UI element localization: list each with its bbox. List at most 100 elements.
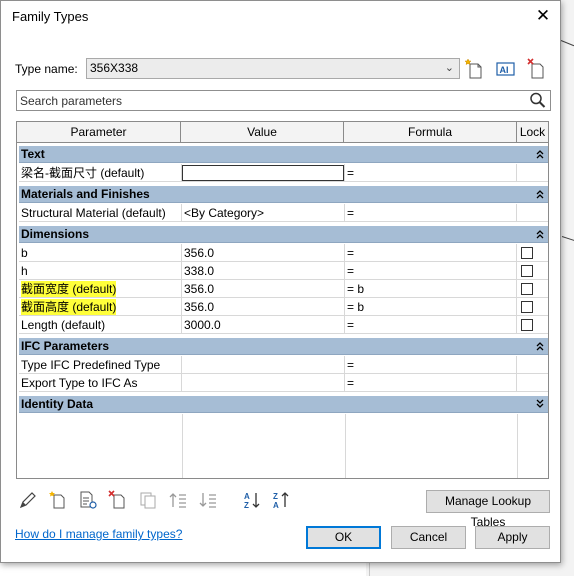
highlighted-parameter-name: 截面宽度 (default) — [21, 281, 117, 297]
type-name-value: 356X338 — [90, 61, 139, 75]
parameter-name: Structural Material (default) — [19, 204, 182, 222]
close-icon: ✕ — [535, 6, 551, 25]
group-identity-data[interactable]: Identity Data — [19, 396, 548, 413]
svg-text:AI: AI — [500, 65, 509, 75]
group-text[interactable]: Text — [19, 146, 548, 163]
manage-lookup-tables-button[interactable]: Manage Lookup Tables — [426, 490, 550, 529]
search-box — [16, 90, 551, 111]
parameter-name: Length (default) — [19, 316, 182, 334]
column-header-lock[interactable]: Lock — [517, 122, 548, 142]
grid-header: Parameter Value Formula Lock — [17, 122, 548, 143]
parameter-row[interactable]: Length (default) 3000.0 = — [19, 316, 548, 334]
parameter-row[interactable]: Structural Material (default) <By Catego… — [19, 204, 548, 222]
close-button[interactable]: ✕ — [532, 5, 554, 27]
column-header-parameter[interactable]: Parameter — [17, 122, 181, 142]
parameter-formula[interactable]: = — [345, 316, 517, 334]
sort-ascending-icon[interactable]: A Z — [242, 490, 262, 510]
parameter-value[interactable]: 356.0 — [182, 298, 345, 316]
help-link[interactable]: How do I manage family types? — [15, 527, 182, 541]
empty-grid-area — [19, 414, 548, 478]
group-label: Dimensions — [21, 227, 90, 241]
ok-button[interactable]: OK — [306, 526, 381, 549]
group-label: Materials and Finishes — [21, 187, 150, 201]
parameter-lock — [517, 204, 548, 222]
parameter-name: 梁名-截面尺寸 (default) — [19, 164, 182, 182]
parameter-formula[interactable]: = — [345, 204, 517, 222]
lock-checkbox[interactable] — [521, 319, 533, 331]
parameter-formula[interactable]: = — [345, 244, 517, 262]
parameter-row[interactable]: 截面高度 (default) 356.0 = b — [19, 298, 548, 316]
parameter-name: h — [19, 262, 182, 280]
parameter-value[interactable] — [182, 356, 345, 374]
parameter-formula[interactable]: = — [345, 262, 517, 280]
column-divider — [182, 414, 183, 478]
lock-checkbox[interactable] — [521, 283, 533, 295]
parameter-row[interactable]: Type IFC Predefined Type = — [19, 356, 548, 374]
svg-text:Z: Z — [244, 501, 249, 510]
apply-button[interactable]: Apply — [475, 526, 550, 549]
parameter-value[interactable]: 338.0 — [182, 262, 345, 280]
group-ifc-parameters[interactable]: IFC Parameters — [19, 338, 548, 355]
parameter-value[interactable]: 3000.0 — [182, 316, 345, 334]
column-header-value[interactable]: Value — [181, 122, 344, 142]
parameter-row[interactable]: h 338.0 = — [19, 262, 548, 280]
parameter-formula[interactable]: = b — [345, 280, 517, 298]
parameter-value[interactable]: 356.0 — [182, 244, 345, 262]
parameter-row[interactable]: 梁名-截面尺寸 (default) = — [19, 164, 548, 182]
parameter-value[interactable] — [182, 374, 345, 392]
search-input[interactable] — [18, 92, 526, 109]
type-name-label: Type name: — [15, 62, 78, 76]
move-up-icon[interactable] — [168, 490, 188, 510]
type-name-dropdown[interactable]: 356X338 ⌄ — [86, 58, 460, 79]
rename-type-icon[interactable]: AI — [495, 58, 517, 80]
svg-text:Z: Z — [273, 492, 278, 501]
family-types-dialog: Family Types ✕ Type name: 356X338 ⌄ AI P… — [0, 0, 561, 563]
parameter-row[interactable]: Export Type to IFC As = — [19, 374, 548, 392]
parameter-formula[interactable]: = — [345, 164, 517, 182]
title-bar: Family Types ✕ — [1, 1, 560, 31]
parameter-lock — [517, 374, 548, 392]
column-header-formula[interactable]: Formula — [344, 122, 517, 142]
chevron-up-icon — [536, 230, 544, 239]
parameter-name: 截面宽度 (default) — [19, 280, 182, 298]
group-materials-and-finishes[interactable]: Materials and Finishes — [19, 186, 548, 203]
delete-type-icon[interactable] — [526, 58, 548, 80]
modify-parameter-icon[interactable] — [78, 490, 98, 510]
chevron-down-icon — [536, 399, 544, 408]
cancel-button[interactable]: Cancel — [391, 526, 466, 549]
svg-text:A: A — [244, 492, 250, 501]
sort-descending-icon[interactable]: Z A — [271, 490, 291, 510]
parameter-formula[interactable]: = b — [345, 298, 517, 316]
svg-text:A: A — [273, 501, 279, 510]
chevron-up-icon — [536, 150, 544, 159]
parameter-formula[interactable]: = — [345, 356, 517, 374]
copy-parameter-icon[interactable] — [138, 490, 158, 510]
parameter-value[interactable]: <By Category> — [182, 204, 345, 222]
parameter-name: 截面高度 (default) — [19, 298, 182, 316]
group-label: Text — [21, 147, 45, 161]
group-label: Identity Data — [21, 397, 94, 411]
parameter-row[interactable]: b 356.0 = — [19, 244, 548, 262]
parameter-row[interactable]: 截面宽度 (default) 356.0 = b — [19, 280, 548, 298]
lock-checkbox[interactable] — [521, 247, 533, 259]
parameter-formula[interactable]: = — [345, 374, 517, 392]
new-type-icon[interactable] — [464, 58, 486, 80]
search-icon[interactable] — [528, 91, 548, 110]
edit-parameter-icon[interactable] — [18, 490, 38, 510]
chevron-up-icon — [536, 190, 544, 199]
highlighted-parameter-name: 截面高度 (default) — [21, 299, 117, 315]
value-edit-field[interactable] — [182, 165, 344, 181]
parameter-name: Export Type to IFC As — [19, 374, 182, 392]
delete-parameter-icon[interactable] — [108, 490, 128, 510]
lock-checkbox[interactable] — [521, 265, 533, 277]
chevron-up-icon — [536, 342, 544, 351]
parameter-lock — [517, 356, 548, 374]
column-divider — [345, 414, 346, 478]
parameter-value[interactable]: 356.0 — [182, 280, 345, 298]
group-dimensions[interactable]: Dimensions — [19, 226, 548, 243]
move-down-icon[interactable] — [198, 490, 218, 510]
new-parameter-icon[interactable] — [48, 490, 68, 510]
window-title: Family Types — [12, 9, 89, 24]
chevron-down-icon: ⌄ — [444, 62, 454, 74]
lock-checkbox[interactable] — [521, 301, 533, 313]
